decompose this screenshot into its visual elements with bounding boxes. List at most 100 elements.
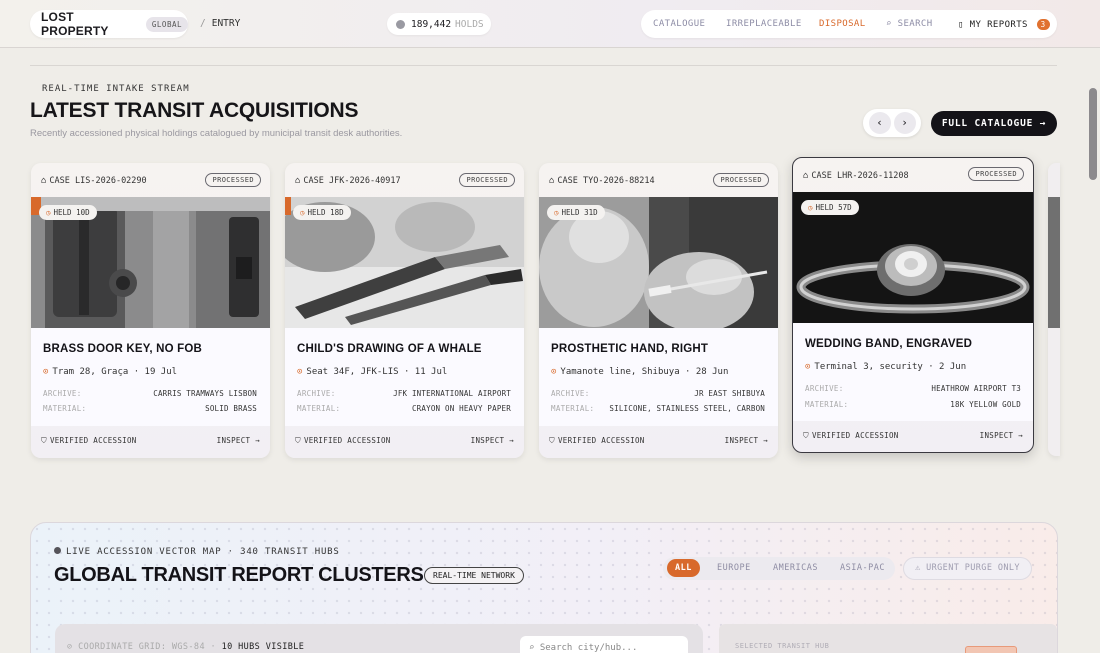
archive-value: JFK INTERNATIONAL AIRPORT: [393, 389, 511, 398]
filter-asia-pac[interactable]: ASIA-PAC: [840, 563, 885, 573]
warning-icon: ⚠: [915, 563, 921, 573]
carousel-next-button[interactable]: ›: [893, 112, 916, 134]
archive-label: ARCHIVE:: [297, 389, 336, 398]
material-label: MATERIAL:: [43, 404, 87, 413]
coordinate-readout: ⊘ COORDINATE GRID: WGS-84 · 10 HUBS VISI…: [67, 642, 304, 652]
item-title: BRASS DOOR KEY, NO FOB: [43, 343, 203, 355]
next-card-photo: [1048, 197, 1060, 328]
card-case: ⌂ CASE TYO-2026-88214: [549, 176, 655, 186]
shield-icon: ⛉: [41, 436, 47, 445]
inspect-link[interactable]: INSPECT →: [725, 436, 768, 445]
card-header: ⌂ CASE TYO-2026-88214 PROCESSED: [539, 163, 778, 197]
nav-reports-label: MY REPORTS: [969, 20, 1028, 30]
location-pin-icon: ⊙: [551, 367, 557, 377]
material-row: MATERIAL: 18K YELLOW GOLD: [805, 400, 1021, 409]
holds-count: 189,442: [411, 18, 452, 30]
archive-label: ARCHIVE:: [551, 389, 590, 398]
breadcrumb: / ENTRY: [200, 18, 240, 29]
item-photo: ◷ HELD 57D: [793, 192, 1033, 323]
map-title: GLOBAL TRANSIT REPORT CLUSTERS: [54, 564, 424, 586]
held-duration-badge: ◷ HELD 57D: [801, 200, 859, 215]
filter-americas[interactable]: AMERICAS: [773, 563, 818, 573]
held-label: HELD 18D: [307, 208, 344, 217]
clock-icon: ◷: [808, 203, 813, 212]
selected-hub-label: SELECTED TRANSIT HUB: [735, 642, 830, 650]
location-pin-icon: ⊙: [43, 367, 49, 377]
nav-irreplaceable[interactable]: IRREPLACEABLE: [726, 19, 802, 29]
card-case: ⌂ CASE LIS-2026-02290: [41, 176, 147, 186]
map-eyebrow: LIVE ACCESSION VECTOR MAP · 340 TRANSIT …: [54, 547, 340, 557]
clock-icon: ◷: [554, 208, 559, 217]
status-dot-icon: [396, 19, 405, 29]
acquisition-card[interactable]: ⌂ CASE TYO-2026-88214 PROCESSED ◷ HELD 31D…: [539, 163, 778, 458]
breadcrumb-separator: /: [200, 18, 206, 29]
urgent-purge-toggle[interactable]: ⚠ URGENT PURGE ONLY: [903, 557, 1032, 580]
next-card-peek[interactable]: [1048, 163, 1060, 456]
nav-search[interactable]: ⌕ SEARCH: [886, 19, 933, 29]
carousel-controls: ‹ ›: [863, 109, 921, 137]
nav-catalogue[interactable]: CATALOGUE: [653, 19, 705, 29]
location-text: Tram 28, Graça · 19 Jul: [52, 367, 178, 377]
section-eyebrow: REAL-TIME INTAKE STREAM: [42, 84, 190, 94]
carousel-prev-button[interactable]: ‹: [868, 112, 891, 134]
region-filter: ALL EUROPE AMERICAS ASIA-PAC: [663, 557, 895, 580]
verified-label: VERIFIED ACCESSION: [303, 436, 391, 445]
item-title: PROSTHETIC HAND, RIGHT: [551, 343, 709, 355]
filter-europe[interactable]: EUROPE: [717, 563, 751, 573]
location-text: Terminal 3, security · 2 Jun: [814, 362, 967, 372]
acquisition-card[interactable]: ⌂ CASE JFK-2026-40917 PROCESSED ◷ HELD 18D…: [285, 163, 524, 458]
item-location: ⊙ Terminal 3, security · 2 Jun: [805, 362, 966, 372]
full-catalogue-button[interactable]: FULL CATALOGUE →: [931, 111, 1057, 136]
map-toolbar: ⊘ COORDINATE GRID: WGS-84 · 10 HUBS VISI…: [55, 624, 703, 653]
live-dot-icon: [54, 547, 61, 554]
main-nav: CATALOGUE IRREPLACEABLE DISPOSAL ⌕ SEARC…: [641, 10, 1057, 38]
archive-value: HEATHROW AIRPORT T3: [931, 384, 1021, 393]
archive-label: ARCHIVE:: [43, 389, 82, 398]
archive-value: JR EAST SHIBUYA: [694, 389, 765, 398]
archive-value: CARRIS TRAMWAYS LISBON: [153, 389, 257, 398]
hub-search-input[interactable]: ⌕ Search city/hub...: [520, 636, 688, 653]
breadcrumb-entry[interactable]: ENTRY: [212, 18, 241, 29]
card-footer: ⛉ VERIFIED ACCESSION INSPECT →: [285, 426, 524, 458]
search-icon: ⌕: [886, 19, 892, 29]
nav-my-reports[interactable]: ▯ MY REPORTS 3: [958, 19, 1050, 30]
verified-accession: ⛉ VERIFIED ACCESSION: [549, 436, 645, 446]
location-pin-icon: ⊙: [805, 362, 811, 372]
material-value: SOLID BRASS: [205, 404, 257, 413]
item-photo: ◷ HELD 10D: [31, 197, 270, 328]
tag-icon: ⌂: [41, 176, 47, 186]
shield-icon: ⛉: [803, 431, 809, 440]
item-location: ⊙ Yamanote line, Shibuya · 28 Jun: [551, 367, 728, 377]
section-title: LATEST TRANSIT ACQUISITIONS: [30, 99, 359, 122]
card-case-id: CASE JFK-2026-40917: [303, 176, 401, 186]
acquisition-card[interactable]: ⌂ CASE LIS-2026-02290 PROCESSED ◷ HELD 10D…: [31, 163, 270, 458]
acquisition-card[interactable]: ⌂ CASE LHR-2026-11208 PROCESSED ◷ HELD 57D…: [792, 157, 1034, 453]
nav-search-label: SEARCH: [897, 19, 933, 29]
status-badge: PROCESSED: [968, 167, 1024, 181]
inspect-link[interactable]: INSPECT →: [471, 436, 514, 445]
inspect-link[interactable]: INSPECT →: [217, 436, 260, 445]
item-title: CHILD'S DRAWING OF A WHALE: [297, 343, 482, 355]
selected-hub-chip[interactable]: [965, 646, 1017, 653]
item-location: ⊙ Tram 28, Graça · 19 Jul: [43, 367, 177, 377]
nav-disposal[interactable]: DISPOSAL: [819, 19, 866, 29]
inspect-link[interactable]: INSPECT →: [980, 431, 1023, 440]
compass-icon: ⊘: [67, 642, 73, 652]
item-location: ⊙ Seat 34F, JFK-LIS · 11 Jul: [297, 367, 447, 377]
coordinate-label: COORDINATE GRID: WGS-84: [78, 642, 205, 652]
holds-label: HOLDS: [455, 18, 484, 30]
card-footer: ⛉ VERIFIED ACCESSION INSPECT →: [539, 426, 778, 458]
archive-row: ARCHIVE: CARRIS TRAMWAYS LISBON: [43, 389, 257, 398]
tag-icon: ⌂: [803, 171, 809, 181]
scrollbar-thumb[interactable]: [1089, 88, 1097, 180]
card-header: ⌂ CASE LIS-2026-02290 PROCESSED: [31, 163, 270, 197]
archive-row: ARCHIVE: HEATHROW AIRPORT T3: [805, 384, 1021, 393]
reports-count-badge: 3: [1036, 19, 1050, 30]
clock-icon: ◷: [300, 208, 305, 217]
hub-search-placeholder: Search city/hub...: [539, 643, 638, 653]
selected-hub-panel: SELECTED TRANSIT HUB: [719, 624, 1057, 653]
material-value: 18K YELLOW GOLD: [950, 400, 1021, 409]
filter-all[interactable]: ALL: [667, 559, 700, 577]
material-row: MATERIAL: CRAYON ON HEAVY PAPER: [297, 404, 511, 413]
brand-pill[interactable]: LOST PROPERTY GLOBAL: [30, 10, 188, 38]
